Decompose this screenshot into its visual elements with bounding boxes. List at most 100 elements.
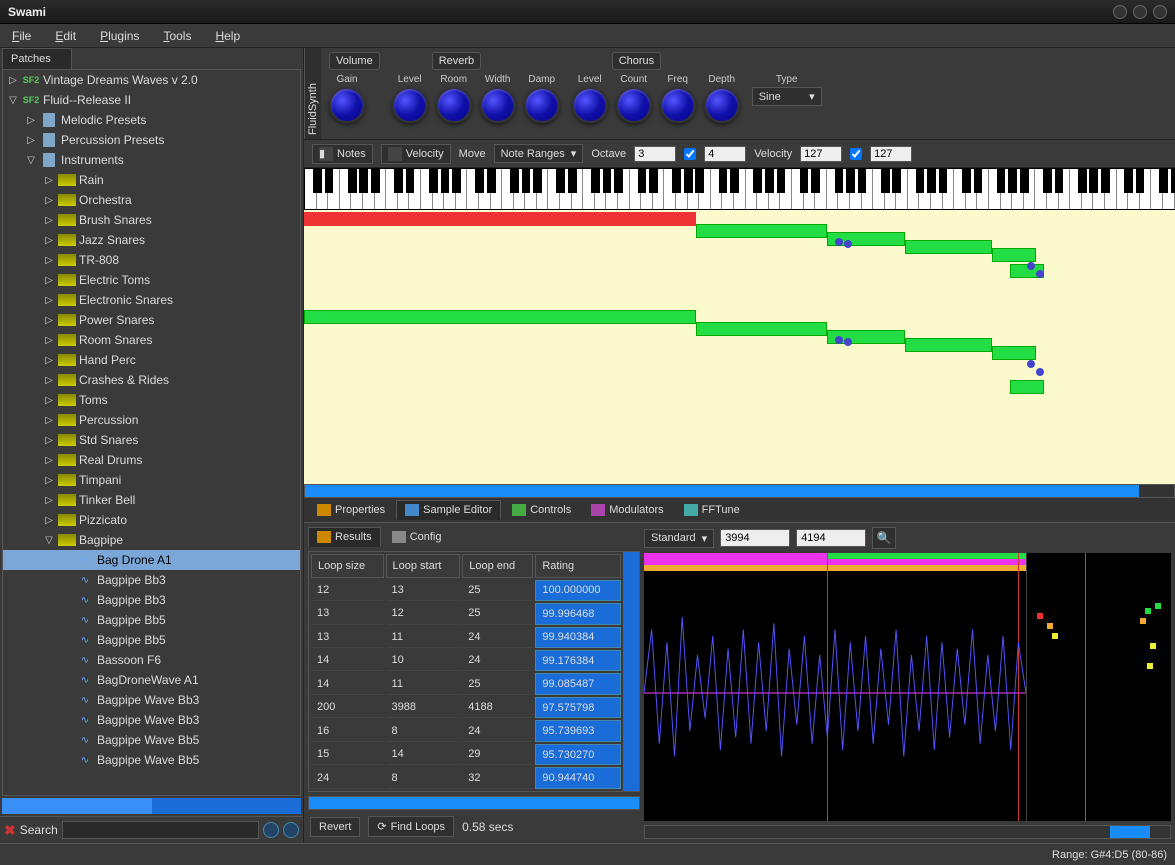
tree-arrow-icon[interactable]: ▽ [25,155,37,166]
tree-item[interactable]: ▷TR-808 [3,250,300,270]
tree-item[interactable]: ▽SF2Fluid--Release II [3,90,300,110]
table-row[interactable]: 13122599.996468 [311,603,621,624]
table-row[interactable]: 13112499.940384 [311,627,621,648]
table-row[interactable]: 2483290.944740 [311,767,621,789]
level-knob[interactable] [392,87,428,123]
tree-arrow-icon[interactable]: ▷ [43,195,55,206]
tree-arrow-icon[interactable]: ▷ [43,395,55,406]
count-knob[interactable] [616,87,652,123]
tree-item[interactable]: ▷Hand Perc [3,350,300,370]
tab-modulators[interactable]: Modulators [582,500,672,520]
tree-item[interactable]: ▷Percussion Presets [3,130,300,150]
table-header[interactable]: Loop size [311,554,384,578]
tab-sample-editor[interactable]: Sample Editor [396,500,501,520]
menu-tools[interactable]: Tools [155,27,199,45]
tree-arrow-icon[interactable]: ▷ [25,115,37,126]
keyboard-hscrollbar[interactable] [304,484,1175,498]
table-row[interactable]: 14112599.085487 [311,673,621,694]
tree-arrow-icon[interactable]: ▷ [43,335,55,346]
tree-item[interactable]: ▷Pizzicato [3,510,300,530]
revert-button[interactable]: Revert [310,817,360,837]
tree-item[interactable]: ∿Bagpipe Wave Bb3 [3,690,300,710]
table-row[interactable]: 14102499.176384 [311,650,621,671]
tree-item[interactable]: ▷Brush Snares [3,210,300,230]
tree-arrow-icon[interactable]: ▷ [43,355,55,366]
octave-b-input[interactable] [704,146,746,162]
tree-item[interactable]: ∿Bagpipe Bb3 [3,570,300,590]
tab-fftune[interactable]: FFTune [675,500,749,520]
patches-tree[interactable]: ▷SF2Vintage Dreams Waves v 2.0▽SF2Fluid-… [2,69,301,796]
pos-a-input[interactable] [720,529,790,547]
minimize-button[interactable] [1113,5,1127,19]
width-knob[interactable] [480,87,516,123]
tree-arrow-icon[interactable]: ▷ [43,515,55,526]
tree-item[interactable]: ▽Bagpipe [3,530,300,550]
tree-arrow-icon[interactable]: ▷ [43,435,55,446]
wave-mode-dropdown[interactable]: Standard▾ [644,529,714,548]
menu-edit[interactable]: Edit [47,27,84,45]
tree-arrow-icon[interactable]: ▷ [43,495,55,506]
tree-arrow-icon[interactable]: ▷ [43,475,55,486]
tree-item[interactable]: ∿Bagpipe Bb3 [3,590,300,610]
tree-item[interactable]: ▽Instruments [3,150,300,170]
table-row[interactable]: 2003988418897.575798 [311,697,621,718]
depth-knob[interactable] [704,87,740,123]
tab-properties[interactable]: Properties [308,500,394,520]
wave-hscrollbar[interactable] [644,825,1171,839]
table-row[interactable]: 15142995.730270 [311,744,621,765]
tree-arrow-icon[interactable]: ▷ [43,175,55,186]
config-tab[interactable]: Config [383,527,451,547]
level-knob[interactable] [572,87,608,123]
close-button[interactable] [1153,5,1167,19]
move-dropdown[interactable]: Note Ranges▾ [494,144,584,163]
patches-tab[interactable]: Patches [2,48,72,69]
tree-item[interactable]: ▷SF2Vintage Dreams Waves v 2.0 [3,70,300,90]
waveform-display[interactable] [644,553,1171,821]
tree-item[interactable]: ▷Percussion [3,410,300,430]
tree-arrow-icon[interactable]: ▷ [43,235,55,246]
tree-arrow-icon[interactable]: ▷ [43,215,55,226]
loops-table[interactable]: Loop sizeLoop startLoop endRating1213251… [309,552,623,791]
tree-item[interactable]: ▷Orchestra [3,190,300,210]
gain-knob[interactable] [329,87,365,123]
loops-vscrollbar[interactable] [623,552,639,791]
notes-button[interactable]: ▮Notes [312,144,373,164]
tree-item[interactable]: ∿Bag Drone A1 [3,550,300,570]
tree-item[interactable]: ∿Bagpipe Wave Bb3 [3,710,300,730]
tree-item[interactable]: ∿BagDroneWave A1 [3,670,300,690]
tab-controls[interactable]: Controls [503,500,580,520]
table-row[interactable]: 121325100.000000 [311,580,621,601]
zoom-button[interactable]: 🔍 [872,527,896,549]
tree-item[interactable]: ▷Melodic Presets [3,110,300,130]
tree-item[interactable]: ▷Crashes & Rides [3,370,300,390]
menu-plugins[interactable]: Plugins [92,27,147,45]
tree-item[interactable]: ▷Tinker Bell [3,490,300,510]
results-tab[interactable]: Results [308,527,381,547]
tree-arrow-icon[interactable]: ▷ [43,455,55,466]
tree-arrow-icon[interactable]: ▷ [43,315,55,326]
velocity-button[interactable]: Velocity [381,144,451,164]
maximize-button[interactable] [1133,5,1147,19]
damp-knob[interactable] [524,87,560,123]
tree-item[interactable]: ▷Power Snares [3,310,300,330]
velocity-a-input[interactable] [800,146,842,162]
tree-arrow-icon[interactable]: ▷ [43,375,55,386]
pos-b-input[interactable] [796,529,866,547]
tree-hscrollbar[interactable] [2,798,301,814]
tree-item[interactable]: ▷Jazz Snares [3,230,300,250]
table-header[interactable]: Loop end [462,554,533,578]
tree-arrow-icon[interactable]: ▷ [43,415,55,426]
velocity-b-input[interactable] [870,146,912,162]
tree-item[interactable]: ▷Real Drums [3,450,300,470]
search-input[interactable] [62,821,259,839]
tree-item[interactable]: ∿Bagpipe Bb5 [3,610,300,630]
search-prev-button[interactable] [263,822,279,838]
octave-check[interactable] [684,148,696,160]
search-next-button[interactable] [283,822,299,838]
menu-help[interactable]: Help [207,27,248,45]
tree-arrow-icon[interactable]: ▷ [25,135,37,146]
velocity-check[interactable] [850,148,862,160]
tree-arrow-icon[interactable]: ▽ [43,535,55,546]
octave-a-input[interactable] [634,146,676,162]
tree-item[interactable]: ∿Bagpipe Bb5 [3,630,300,650]
